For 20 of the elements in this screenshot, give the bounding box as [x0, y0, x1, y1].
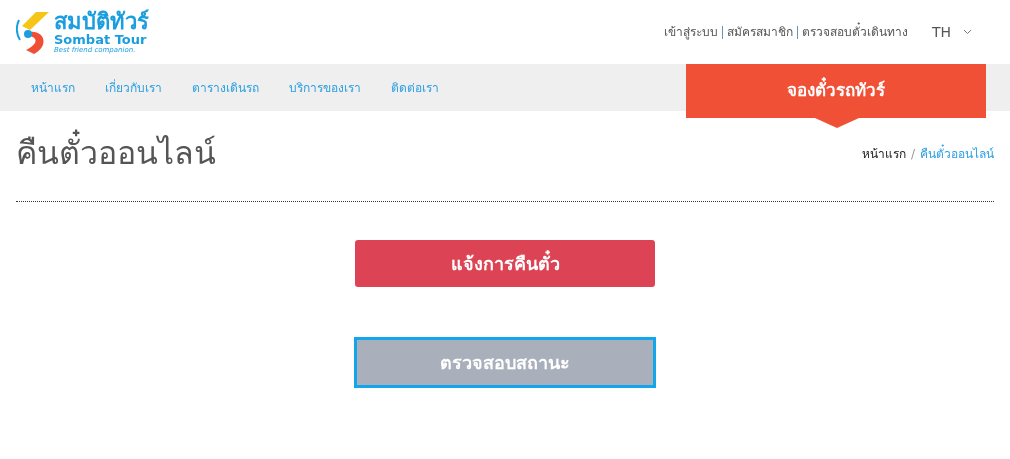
pointer-icon	[815, 118, 859, 128]
language-selector[interactable]: TH	[931, 21, 951, 43]
logo-icon	[16, 10, 50, 54]
logo-text: Sombat Tour	[54, 32, 148, 46]
report-return-button[interactable]: แจ้งการคืนตั๋ว	[355, 240, 655, 287]
nav-link[interactable]: เกี่ยวกับเรา	[105, 78, 162, 97]
top-link[interactable]: เข้าสู่ระบบ	[663, 23, 718, 41]
top-link[interactable]: ตรวจสอบตั๋วเดินทาง	[801, 23, 908, 41]
top-link[interactable]: สมัครสมาชิก	[726, 23, 793, 41]
breadcrumb-link[interactable]: หน้าแรก	[861, 145, 906, 163]
breadcrumb-link[interactable]: คืนตั๋วออนไลน์	[920, 145, 994, 163]
check-status-button[interactable]: ตรวจสอบสถานะ	[354, 337, 656, 388]
nav-link[interactable]: ตารางเดินรถ	[192, 78, 259, 97]
nav-link[interactable]: หน้าแรก	[31, 78, 75, 97]
nav-link[interactable]: บริการของเรา	[289, 78, 361, 97]
page-title: คืนตั๋วออนไลน์	[16, 129, 216, 177]
logo-thai-text: สมบัติทัวร์	[54, 10, 149, 33]
nav-link[interactable]: ติดต่อเรา	[391, 78, 439, 97]
breadcrumb-separator: /	[910, 146, 915, 163]
chevron-down-icon	[963, 29, 972, 35]
